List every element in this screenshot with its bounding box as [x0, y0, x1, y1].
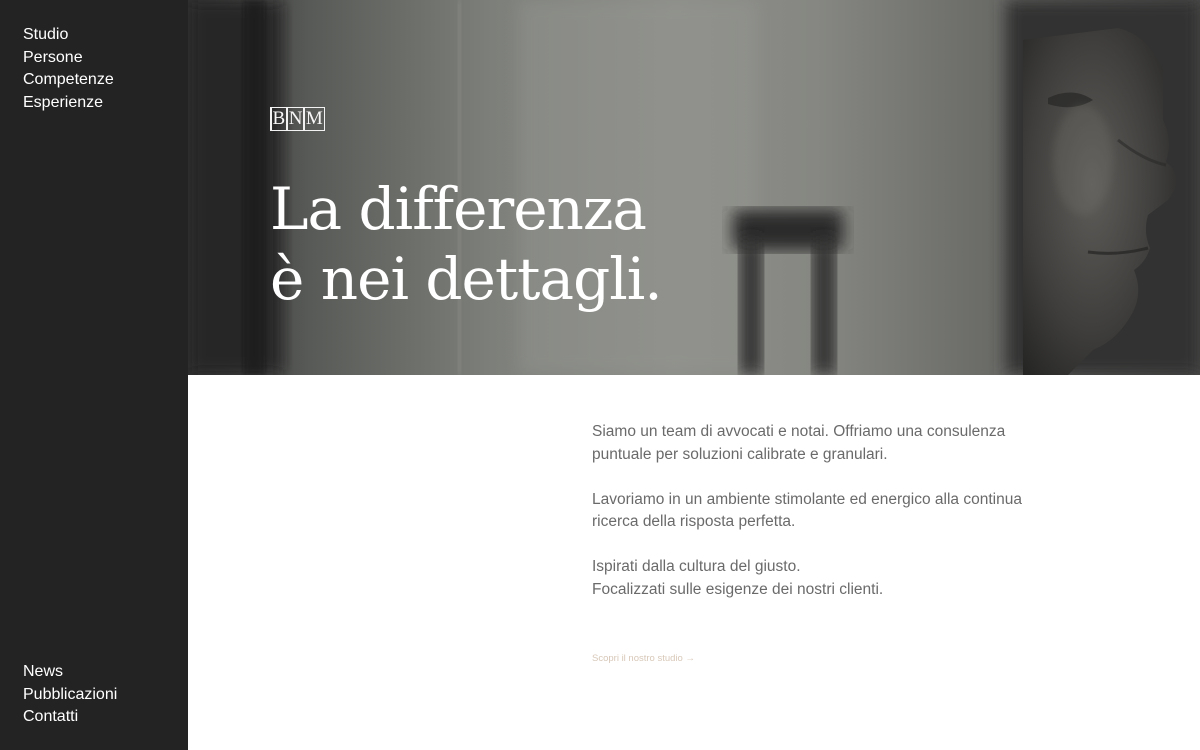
hero-banner: B N M La differenza è nei dettagli.: [188, 0, 1200, 375]
logo-letter-n: N: [288, 108, 303, 129]
intro-paragraph: Lavoriamo in un ambiente stimolante ed e…: [592, 489, 1072, 534]
logo-letter-b: B: [272, 108, 286, 129]
nav-link-esperienze[interactable]: Esperienze: [23, 92, 114, 115]
discover-studio-link[interactable]: Scopri il nostro studio →: [592, 653, 695, 664]
intro-line: Focalizzati sulle esigenze dei nostri cl…: [592, 580, 884, 598]
nav-link-pubblicazioni[interactable]: Pubblicazioni: [23, 684, 117, 707]
intro-paragraph: Ispirati dalla cultura del giusto. Focal…: [592, 556, 1072, 601]
primary-nav: Studio Persone Competenze Esperienze: [23, 24, 114, 114]
intro-line: Siamo un team di avvocati e notai. Offri…: [592, 423, 1006, 440]
secondary-nav: News Pubblicazioni Contatti: [23, 661, 117, 729]
logo-letter-m: M: [305, 108, 323, 129]
logo-divider: [323, 108, 326, 130]
sidebar: Studio Persone Competenze Esperienze New…: [0, 0, 188, 750]
nav-link-competenze[interactable]: Competenze: [23, 69, 114, 92]
bnm-logo[interactable]: B N M: [270, 107, 326, 131]
intro-paragraph: Siamo un team di avvocati e notai. Offri…: [592, 421, 1072, 466]
hero-headline: La differenza è nei dettagli.: [270, 174, 663, 314]
intro-line: Ispirati dalla cultura del giusto.: [592, 558, 801, 575]
intro-line: Lavoriamo in un ambiente stimolante ed e…: [592, 490, 1022, 508]
headline-line-2: è nei dettagli.: [270, 245, 663, 313]
nav-link-contatti[interactable]: Contatti: [23, 706, 117, 729]
headline-line-1: La differenza: [270, 175, 647, 243]
intro-line: ricerca della risposta perfetta.: [592, 513, 796, 530]
nav-link-studio[interactable]: Studio: [23, 24, 114, 47]
nav-link-news[interactable]: News: [23, 661, 117, 684]
intro-text: Siamo un team di avvocati e notai. Offri…: [592, 421, 1072, 624]
nav-link-persone[interactable]: Persone: [23, 47, 114, 70]
intro-line: puntuale per soluzioni calibrate e granu…: [592, 445, 888, 463]
